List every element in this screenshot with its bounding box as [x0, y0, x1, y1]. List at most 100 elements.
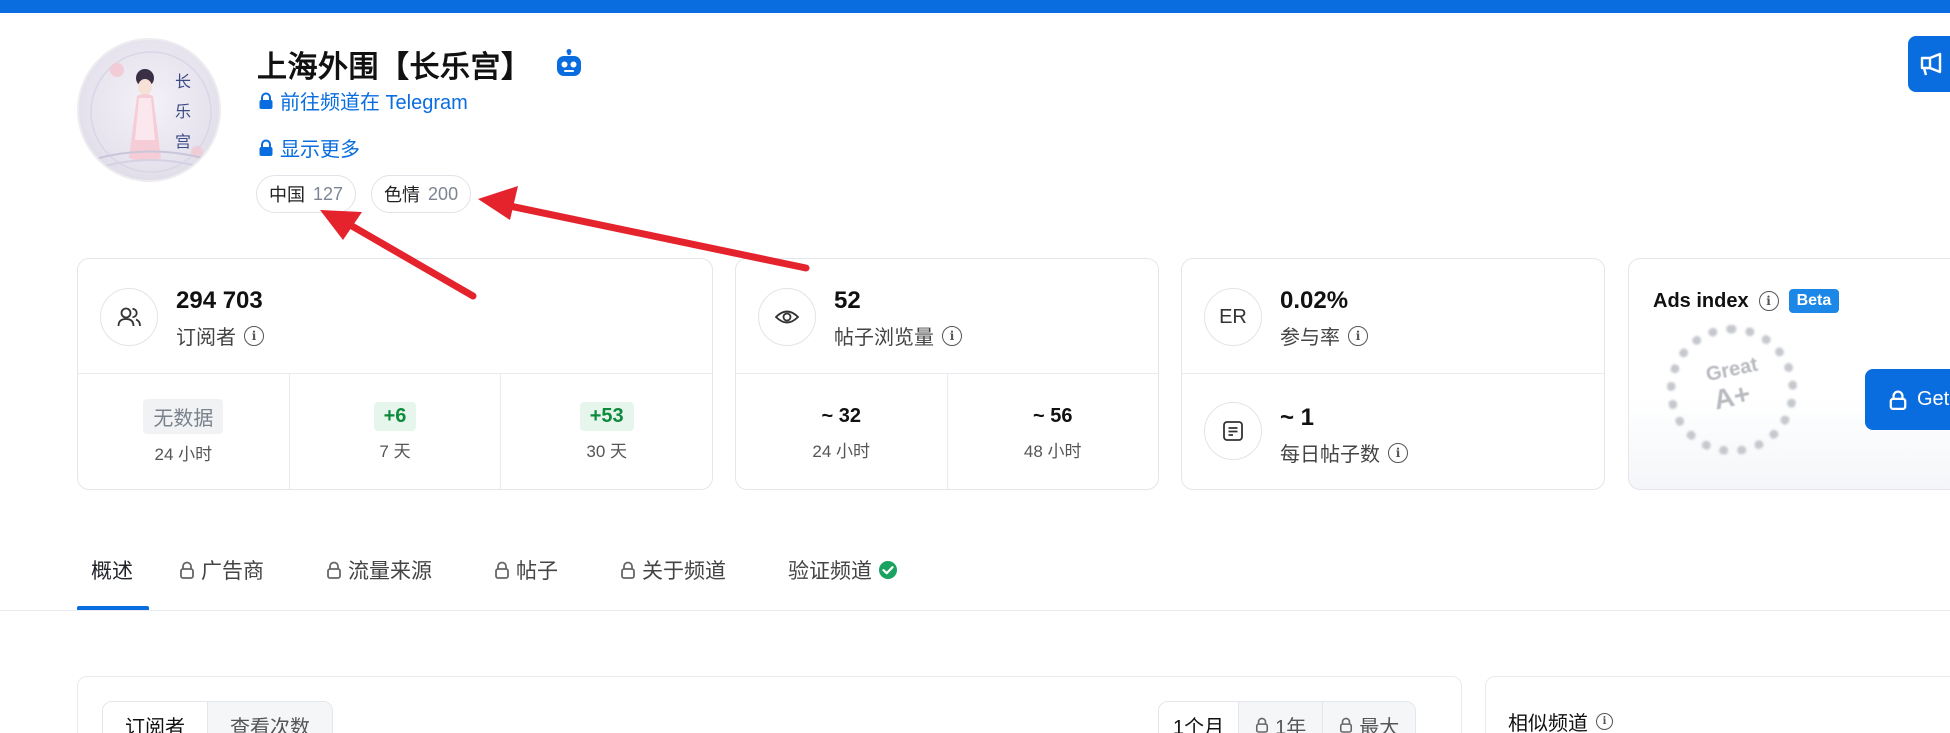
tag-category[interactable]: 色情 200 [371, 175, 472, 213]
subscribers-24h: 无数据 24 小时 [78, 374, 290, 489]
cell-label: 7 天 [379, 441, 411, 461]
tag-count: 127 [313, 183, 344, 204]
daily-posts-value: ~ 1 [1280, 404, 1315, 431]
daily-posts-label: 每日帖子数 [1280, 444, 1380, 466]
toggle-subscribers[interactable]: 订阅者 [103, 702, 208, 733]
tab-advertisers[interactable]: 广告商 [179, 546, 264, 594]
show-more-link[interactable]: 显示更多 [258, 133, 360, 162]
channel-title-row: 上海外围【长乐宫】 [257, 42, 584, 86]
lock-icon [495, 561, 509, 579]
tab-label: 概述 [91, 560, 133, 583]
get-button-label: Get [1917, 388, 1950, 410]
cell-value: 无数据 [143, 398, 224, 434]
er-label-row: 参与率 i [1280, 321, 1368, 350]
lock-icon [621, 561, 635, 579]
lock-icon [1256, 717, 1269, 733]
annotation-arrowhead-1 [320, 210, 362, 240]
lock-icon [180, 561, 194, 579]
bot-icon [554, 49, 584, 79]
beta-badge: Beta [1788, 289, 1840, 313]
period-1-month[interactable]: 1个月 [1159, 702, 1240, 733]
tab-traffic-sources[interactable]: 流量来源 [326, 546, 432, 594]
cell-label: 24 小时 [154, 444, 213, 464]
daily-posts-section: ~ 1 每日帖子数 i [1182, 374, 1604, 489]
tag-count: 200 [428, 183, 459, 204]
telegram-link-label: 前往频道在 Telegram [280, 92, 468, 114]
info-icon[interactable]: i [1596, 713, 1613, 730]
post-views-card: 52 帖子浏览量 i ~ 32 24 小时 ~ 56 48 小时 [735, 258, 1159, 490]
er-icon: ER [1204, 288, 1262, 346]
tab-label: 帖子 [516, 560, 558, 583]
period-toggle: 1个月 1年 最大 [1158, 701, 1417, 733]
info-icon[interactable]: i [1758, 291, 1779, 311]
info-icon[interactable]: i [244, 325, 264, 346]
get-ads-index-button[interactable]: Get [1865, 369, 1950, 430]
chart-card: 订阅者 查看次数 1个月 1年 最大 [77, 676, 1462, 733]
top-accent-bar [0, 0, 1950, 13]
info-icon[interactable]: i [1388, 442, 1408, 463]
views-value: 52 [834, 287, 861, 314]
er-label: 参与率 [1280, 327, 1340, 349]
period-max[interactable]: 最大 [1323, 702, 1416, 733]
channel-title: 上海外围【长乐宫】 [257, 51, 532, 84]
avatar-char-2: 乐 [175, 102, 192, 121]
megaphone-icon [1920, 52, 1942, 76]
tab-overview[interactable]: 概述 [77, 546, 133, 594]
avatar-illustration [90, 51, 212, 173]
tab-verify-channel[interactable]: 验证频道 [788, 546, 898, 594]
post-icon [1204, 402, 1262, 460]
subscribers-value: 294 703 [176, 287, 263, 314]
tag-label: 色情 [384, 185, 421, 205]
toggle-label: 订阅者 [125, 716, 185, 733]
tab-label: 广告商 [201, 560, 264, 583]
er-value: 0.02% [1280, 287, 1349, 314]
subscribers-label: 订阅者 [176, 327, 236, 349]
info-icon[interactable]: i [1348, 325, 1368, 346]
channel-avatar: 长 乐 宫 [77, 38, 221, 182]
lock-icon [1889, 390, 1907, 410]
chart-metric-toggle: 订阅者 查看次数 [102, 701, 333, 733]
lock-icon [258, 92, 274, 110]
views-label-row: 帖子浏览量 i [834, 321, 962, 350]
period-label: 1个月 [1173, 716, 1225, 733]
tag-country[interactable]: 中国 127 [256, 175, 357, 213]
tab-about-channel[interactable]: 关于频道 [620, 546, 726, 594]
similar-channels-card: 相似频道 i [1485, 676, 1950, 733]
users-icon [100, 288, 158, 346]
promote-button[interactable] [1908, 36, 1950, 92]
engagement-card: ER 0.02% 参与率 i ~ 1 每日帖子数 i [1181, 258, 1605, 490]
tag-label: 中国 [269, 185, 305, 205]
avatar-char-3: 宫 [175, 132, 192, 151]
toggle-views[interactable]: 查看次数 [208, 702, 332, 733]
channel-tabs: 概述 广告商 流量来源 帖子 关于频道 验证频道 [77, 546, 960, 594]
cell-label: 30 天 [586, 441, 627, 461]
lock-icon [1340, 717, 1353, 733]
cell-value: ~ 32 [821, 404, 861, 427]
info-icon[interactable]: i [942, 325, 962, 346]
lock-icon [258, 139, 274, 157]
views-label: 帖子浏览量 [834, 327, 934, 349]
ads-index-header: Ads index i Beta [1653, 289, 1840, 313]
tab-label: 流量来源 [348, 560, 432, 583]
period-1-year[interactable]: 1年 [1239, 702, 1324, 733]
channel-tags: 中国 127 色情 200 [256, 175, 472, 213]
period-label: 1年 [1275, 716, 1307, 733]
avatar-char-1: 长 [175, 72, 192, 91]
subscribers-30d: +53 30 天 [501, 374, 712, 489]
cell-value: +6 [373, 401, 417, 431]
eye-icon [758, 288, 816, 346]
cell-value: ~ 56 [1033, 404, 1073, 427]
period-label: 最大 [1359, 716, 1400, 733]
tabs-divider [0, 610, 1950, 611]
cell-value: +53 [579, 401, 634, 431]
cell-label: 48 小时 [1023, 441, 1082, 461]
verified-check-icon [879, 561, 897, 579]
telegram-link[interactable]: 前往频道在 Telegram [258, 86, 468, 115]
daily-posts-label-row: 每日帖子数 i [1280, 438, 1408, 467]
subscribers-7d: +6 7 天 [290, 374, 502, 489]
views-24h: ~ 32 24 小时 [736, 374, 948, 489]
tab-posts[interactable]: 帖子 [494, 546, 558, 594]
annotation-arrowhead-2 [478, 186, 518, 220]
subscribers-card: 294 703 订阅者 i 无数据 24 小时 +6 7 天 +53 30 天 [77, 258, 713, 490]
cell-label: 24 小时 [812, 441, 871, 461]
